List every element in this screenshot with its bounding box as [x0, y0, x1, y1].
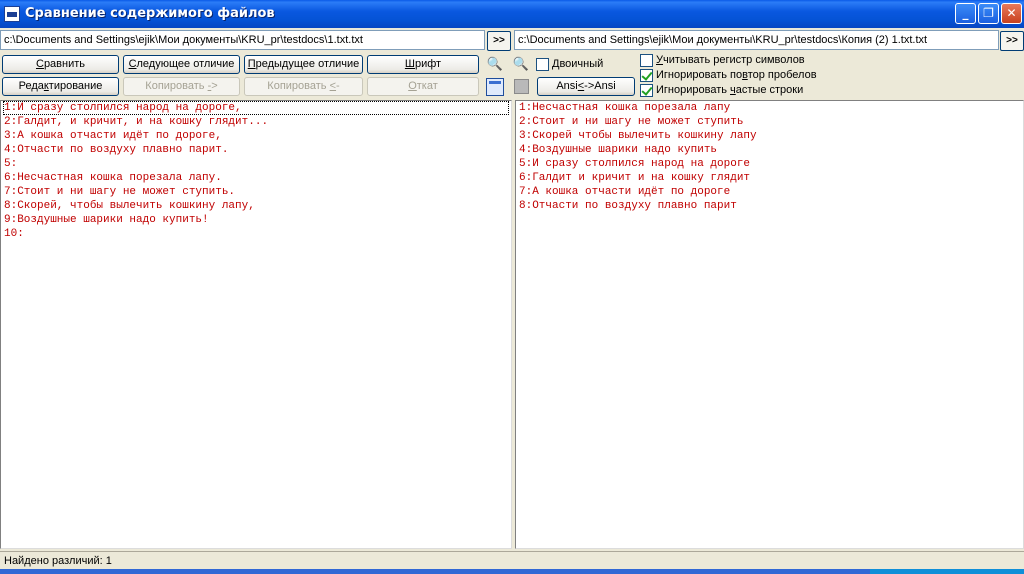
copy-left-label-pre: Копировать [267, 80, 330, 92]
text-line[interactable]: 6:Галдит и кричит и на кошку глядит [516, 171, 1023, 185]
text-line[interactable]: 1:И сразу столпился народ на дороге, [3, 101, 509, 115]
rollback-button[interactable]: Откат [367, 77, 479, 96]
text-line[interactable]: 6:Несчастная кошка порезала лапу. [1, 171, 511, 185]
left-file-path-field[interactable]: c:\Documents and Settings\ejik\Мои докум… [0, 30, 485, 50]
text-line[interactable]: 2:Стоит и ни шагу не может ступить [516, 115, 1023, 129]
case-option-post: читывать регистр символов [663, 54, 805, 66]
edit-label-pre: Реда [18, 80, 44, 92]
text-line[interactable]: 7:А кошка отчасти идёт по дороге [516, 185, 1023, 199]
next-diff-label-post: ледующее отличие [136, 58, 235, 70]
text-line[interactable]: 5: [1, 157, 511, 171]
copy-right-label-pre: Копировать [145, 80, 208, 92]
binary-checkbox-box[interactable] [536, 58, 549, 71]
copy-left-label-post: - [336, 80, 340, 92]
right-browse-button[interactable]: >> [1000, 31, 1024, 51]
next-difference-button[interactable]: Следующее отличие [123, 55, 240, 74]
tray-strip [870, 569, 1024, 574]
font-label-key: Ш [404, 58, 415, 70]
text-line[interactable]: 7:Стоит и ни шагу не может ступить. [1, 185, 511, 199]
taskbar-strip [0, 569, 1024, 574]
window-title: Сравнение содержимого файлов [25, 6, 275, 21]
ansi-label-pre: Ansi [556, 80, 578, 92]
compare-label-post: равнить [43, 58, 86, 70]
ansi-label-post: ->Ansi [584, 80, 616, 92]
close-button[interactable]: ✕ [1001, 3, 1022, 24]
next-diff-label-key: С [128, 58, 137, 70]
copy-to-right-button[interactable]: Копировать -> [123, 77, 240, 96]
ignore-frequent-lines-option[interactable]: Игнорировать частые строки [640, 84, 803, 98]
text-line[interactable]: 9:Воздушные шарики надо купить! [1, 213, 511, 227]
font-button[interactable]: Шрифт [367, 55, 479, 74]
text-line[interactable]: 4:Отчасти по воздуху плавно парит. [1, 143, 511, 157]
title-bar: Сравнение содержимого файлов _ ❐ ✕ [0, 0, 1024, 28]
frequent-option-post: астые строки [735, 84, 804, 96]
copy-to-left-button[interactable]: Копировать <- [244, 77, 363, 96]
text-line[interactable]: 8:Отчасти по воздуху плавно парит [516, 199, 1023, 213]
compare-button[interactable]: Сравнить [2, 55, 119, 74]
text-line[interactable]: 1:Несчастная кошка порезала лапу [516, 101, 1023, 115]
text-line[interactable]: 5:И сразу столпился народ на дороге [516, 157, 1023, 171]
left-browse-button[interactable]: >> [487, 31, 511, 51]
rollback-label-key: О [408, 80, 417, 92]
spaces-option-post: тор пробелов [747, 69, 817, 81]
text-line[interactable]: 4:Воздушные шарики надо купить [516, 143, 1023, 157]
font-label-post: рифт [414, 58, 442, 70]
save-disk-icon[interactable] [514, 79, 529, 94]
edit-label-post: тирование [48, 80, 103, 92]
binary-checkbox[interactable]: Двоичный [536, 58, 603, 72]
text-line[interactable]: 3:Скорей чтобы вылечить кошкину лапу [516, 129, 1023, 143]
maximize-button[interactable]: ❐ [978, 3, 999, 24]
ignore-spaces-checkbox[interactable] [640, 69, 653, 82]
text-line[interactable]: 2:Галдит, и кричит, и на кошку глядит... [1, 115, 511, 129]
rollback-label-post: ткат [416, 80, 438, 92]
app-icon [4, 6, 20, 22]
frequent-option-pre: Игнорировать [656, 84, 731, 96]
case-sensitive-option[interactable]: Учитывать регистр символов [640, 54, 805, 68]
prev-diff-label-post: редыдущее отличие [255, 58, 360, 70]
copy-right-label-post: > [211, 80, 218, 92]
right-file-path-field[interactable]: c:\Documents and Settings\ejik\Мои докум… [514, 30, 999, 50]
find-right-binoculars-icon[interactable]: 🔍 [512, 55, 530, 73]
find-left-binoculars-icon[interactable]: 🔍 [486, 55, 504, 73]
prev-diff-label-key: П [247, 58, 256, 70]
status-bar: Найдено различий: 1 [0, 551, 1024, 569]
spaces-option-pre: Игнорировать по [656, 69, 743, 81]
case-sensitive-checkbox[interactable] [640, 54, 653, 67]
ignore-frequent-lines-checkbox[interactable] [640, 84, 653, 97]
edit-button[interactable]: Редактирование [2, 77, 119, 96]
right-text-pane[interactable]: 1:Несчастная кошка порезала лапу 2:Стоит … [515, 100, 1024, 549]
window-icon[interactable] [486, 78, 504, 96]
previous-difference-button[interactable]: Предыдущее отличие [244, 55, 363, 74]
binary-checkbox-label: Двоичный [552, 58, 604, 70]
minimize-button[interactable]: _ [955, 3, 976, 24]
case-option-key: У [656, 54, 663, 66]
ansi-convert-button[interactable]: Ansi<->Ansi [537, 77, 635, 96]
compare-label-key: С [35, 58, 44, 70]
ignore-repeated-spaces-option[interactable]: Игнорировать повтор пробелов [640, 69, 817, 83]
text-line[interactable]: 3:А кошка отчасти идёт по дороге, [1, 129, 511, 143]
text-line[interactable]: 10: [1, 227, 511, 241]
text-line[interactable]: 8:Скорей, чтобы вылечить кошкину лапу, [1, 199, 511, 213]
left-text-pane[interactable]: 1:И сразу столпился народ на дороге, 2:Га… [0, 100, 512, 549]
